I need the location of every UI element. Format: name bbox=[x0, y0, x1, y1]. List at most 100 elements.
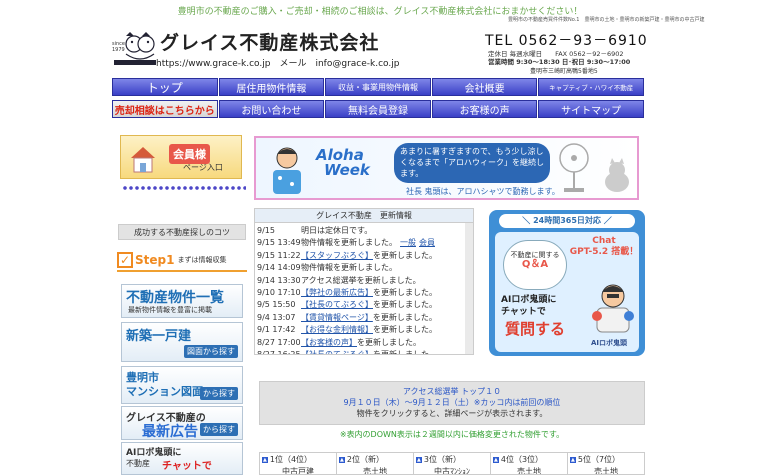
member-label: 会員様 bbox=[169, 144, 210, 164]
top-mini-text: 豊明市の不動産売買件件数No.1 豊明市の土地・豊明市の新築戸建・豊明市の中古戸… bbox=[508, 17, 705, 23]
news-link[interactable]: 【お得な金利情報】 bbox=[301, 325, 373, 334]
news-link[interactable]: 【賃貸情報ページ】 bbox=[301, 313, 373, 322]
info-line-2: 営業時間 9:30～18:30 日･祝日 9:30～17:00 bbox=[488, 58, 631, 66]
new-house-button[interactable]: 新築一戸建 図面から探す bbox=[121, 322, 243, 362]
latest-ads-heading-2: 最新広告 bbox=[142, 424, 198, 440]
news-link[interactable]: 【スタッフぶろぐ】 bbox=[301, 251, 373, 260]
news-header: グレイス不動産 更新情報 bbox=[255, 209, 473, 223]
ranking-position: ▲ 1位（4位） bbox=[262, 454, 334, 465]
house-icon bbox=[131, 147, 155, 173]
nav-contact[interactable]: お問い合わせ bbox=[218, 100, 325, 118]
latest-ads-button[interactable]: グレイス不動産の 最新広告 から探す bbox=[121, 406, 243, 440]
aloha-signature: 社長 鬼頭は、アロハシャツで勤務します。 bbox=[406, 187, 560, 196]
nav-free-register[interactable]: 無料会員登録 bbox=[325, 100, 431, 118]
ranking-rank-text: 3位（新） bbox=[423, 455, 461, 464]
cat-illustration-icon bbox=[605, 158, 629, 192]
step1-label: ✓ Step1 まずは情報収集 bbox=[117, 250, 247, 272]
new-house-heading: 新築一戸建 bbox=[126, 329, 192, 344]
update-news-panel: グレイス不動産 更新情報 9/15 明日は定休日です。 9/15 13:49物件情報… bbox=[254, 208, 474, 355]
ranking-cell[interactable]: ▲ 2位（新） 売土地 bbox=[337, 453, 414, 474]
ranking-cell[interactable]: ▲ 1位（4位） 中古戸建 bbox=[260, 453, 337, 474]
aloha-title-2: Week bbox=[324, 161, 370, 179]
ranking-cell[interactable]: ▲ 3位（新） 中古ﾏﾝｼｮﾝ bbox=[414, 453, 491, 474]
member-entry-button[interactable]: 会員様 ページ入口 bbox=[120, 135, 242, 179]
news-item: 9/14 13:30アクセス総選挙を更新しました。 bbox=[257, 275, 471, 287]
company-name[interactable]: グレイス不動産株式会社 bbox=[160, 28, 379, 55]
gpt-line1: Chat bbox=[592, 236, 616, 246]
chatgpt-label: Chat GPT-5.2 搭載！ bbox=[569, 236, 639, 258]
news-date: 9/14 13:30 bbox=[257, 275, 301, 285]
news-text: アクセス総選挙を更新しました。 bbox=[301, 275, 421, 285]
news-item: 9/14 14:09物件情報を更新しました。 bbox=[257, 262, 471, 274]
ranking-cell[interactable]: ▲ 5位（7位） 売土地 bbox=[568, 453, 644, 474]
property-list-sub: 最新物件情報を豊富に掲載 bbox=[128, 306, 212, 314]
news-link[interactable]: 【弊社の最新広告】 bbox=[301, 288, 373, 297]
news-text: 物件情報を更新しました。 bbox=[301, 263, 397, 273]
nav-top[interactable]: トップ bbox=[112, 78, 218, 96]
news-item: 9/1 17:42 【お得な金利情報】を更新しました。 bbox=[257, 324, 471, 336]
news-date: 8/27 17:00 bbox=[257, 337, 301, 347]
access-ranking-box: アクセス総選挙 トップ１０ 9月１０日（木）～9月１２日（土）※カッコ内は前回の… bbox=[259, 381, 645, 425]
nav-hawaii[interactable]: キャプティブ・ハワイ不動産 bbox=[538, 78, 644, 96]
nav-sitemap[interactable]: サイトマップ bbox=[538, 100, 644, 118]
ranking-rank-text: 5位（7位） bbox=[577, 455, 621, 464]
nav-company[interactable]: 会社概要 bbox=[431, 78, 538, 96]
news-text: を更新しました。 bbox=[373, 300, 437, 310]
news-item: 9/15 明日は定休日です。 bbox=[257, 225, 471, 237]
ranking-title: アクセス総選挙 トップ１０ bbox=[402, 387, 502, 396]
arrow-badge-icon: ▲ bbox=[262, 456, 268, 463]
news-item: 9/15 11:22【スタッフぶろぐ】を更新しました。 bbox=[257, 250, 471, 262]
nav-commercial[interactable]: 収益・事業用物件情報 bbox=[325, 78, 431, 96]
ranking-position: ▲ 3位（新） bbox=[416, 454, 488, 465]
news-date: 9/15 bbox=[257, 226, 275, 235]
telephone-number[interactable]: TEL 0562－93－6910 bbox=[485, 30, 648, 50]
news-date: 9/4 13:07 bbox=[257, 312, 296, 322]
news-link[interactable]: 会員 bbox=[419, 238, 435, 247]
new-house-tag: 図面から探す bbox=[184, 345, 238, 358]
property-list-button[interactable]: 不動産物件一覧 最新物件情報を豊富に掲載 bbox=[121, 284, 243, 318]
url-email-line[interactable]: https://www.grace-k.co.jp メール info@grace… bbox=[156, 56, 399, 69]
qa-bubble: 不動産に関する Q＆A bbox=[503, 240, 567, 290]
qa-bubble-line2: Q＆A bbox=[521, 259, 549, 270]
news-date: 9/15 11:22 bbox=[257, 250, 301, 260]
news-link[interactable]: 【社長のてぶろぐ】 bbox=[301, 350, 373, 354]
ranking-position: ▲ 5位（7位） bbox=[570, 454, 642, 465]
nav-customer-voice[interactable]: お客様の声 bbox=[431, 100, 538, 118]
nav-sell-consultation[interactable]: 売却相談はこちらから bbox=[112, 100, 218, 118]
news-link[interactable]: 【社長のてぶろぐ】 bbox=[301, 300, 373, 309]
news-link[interactable]: 一般 bbox=[400, 238, 416, 247]
arrow-badge-icon: ▲ bbox=[416, 456, 422, 463]
robot-label: AIロボ鬼頭 bbox=[591, 339, 628, 347]
property-list-heading: 不動産物件一覧 bbox=[126, 290, 224, 306]
ranking-type: 中古戸建 bbox=[282, 467, 314, 474]
news-link[interactable]: 【お客様の声】 bbox=[301, 338, 357, 347]
ranking-rank-text: 2位（新） bbox=[346, 455, 384, 464]
news-text: を更新しました。 bbox=[373, 325, 437, 335]
ranking-cell[interactable]: ▲ 4位（3位） 売土地 bbox=[491, 453, 568, 474]
ranking-rank-text: 1位（4位） bbox=[269, 455, 313, 464]
ai-chat-heading-3: チャットで bbox=[162, 461, 212, 472]
member-sublabel: ページ入口 bbox=[183, 163, 223, 172]
ranking-type: 中古ﾏﾝｼｮﾝ bbox=[434, 467, 470, 474]
news-text: を更新しました。 bbox=[373, 250, 437, 260]
news-text: を更新しました。 bbox=[357, 337, 421, 347]
ai-chat-button[interactable]: AIロボ鬼頭に 不動産 チャットで bbox=[121, 442, 243, 475]
checkbox-icon: ✓ bbox=[117, 252, 133, 268]
step-text: まずは情報収集 bbox=[177, 256, 227, 264]
mansion-tag: から探す bbox=[200, 387, 238, 400]
aloha-week-banner[interactable]: Aloha Week あまりに暑すぎますので、もう少し涼しくなるまで「アロハウィ… bbox=[254, 136, 639, 200]
latest-ads-tag: から探す bbox=[200, 423, 238, 436]
news-date: 8/27 16:25 bbox=[257, 349, 301, 355]
ai-chat-heading-2: 不動産 bbox=[126, 459, 150, 468]
main-nav-row-1: トップ 居住用物件情報 収益・事業用物件情報 会社概要 キャプティブ・ハワイ不動… bbox=[112, 78, 645, 96]
ai-qa-banner[interactable]: ＼ 24時間365日対応 ／ 不動産に関する Q＆A Chat GPT-5.2 … bbox=[489, 210, 645, 356]
news-item: 9/4 13:07 【賃貸情報ページ】を更新しました。 bbox=[257, 312, 471, 324]
nav-residential[interactable]: 居住用物件情報 bbox=[218, 78, 325, 96]
news-date: 9/1 17:42 bbox=[257, 325, 296, 335]
president-illustration-icon bbox=[273, 147, 301, 194]
news-scrollbar[interactable] bbox=[465, 223, 473, 354]
news-item: 9/15 13:49物件情報を更新しました。 一般 会員 bbox=[257, 237, 471, 249]
news-date: 9/15 13:49 bbox=[257, 238, 301, 248]
mansion-plan-button[interactable]: 豊明市 マンション図面 から探す bbox=[121, 366, 243, 404]
aloha-title: Aloha Week bbox=[316, 148, 370, 178]
